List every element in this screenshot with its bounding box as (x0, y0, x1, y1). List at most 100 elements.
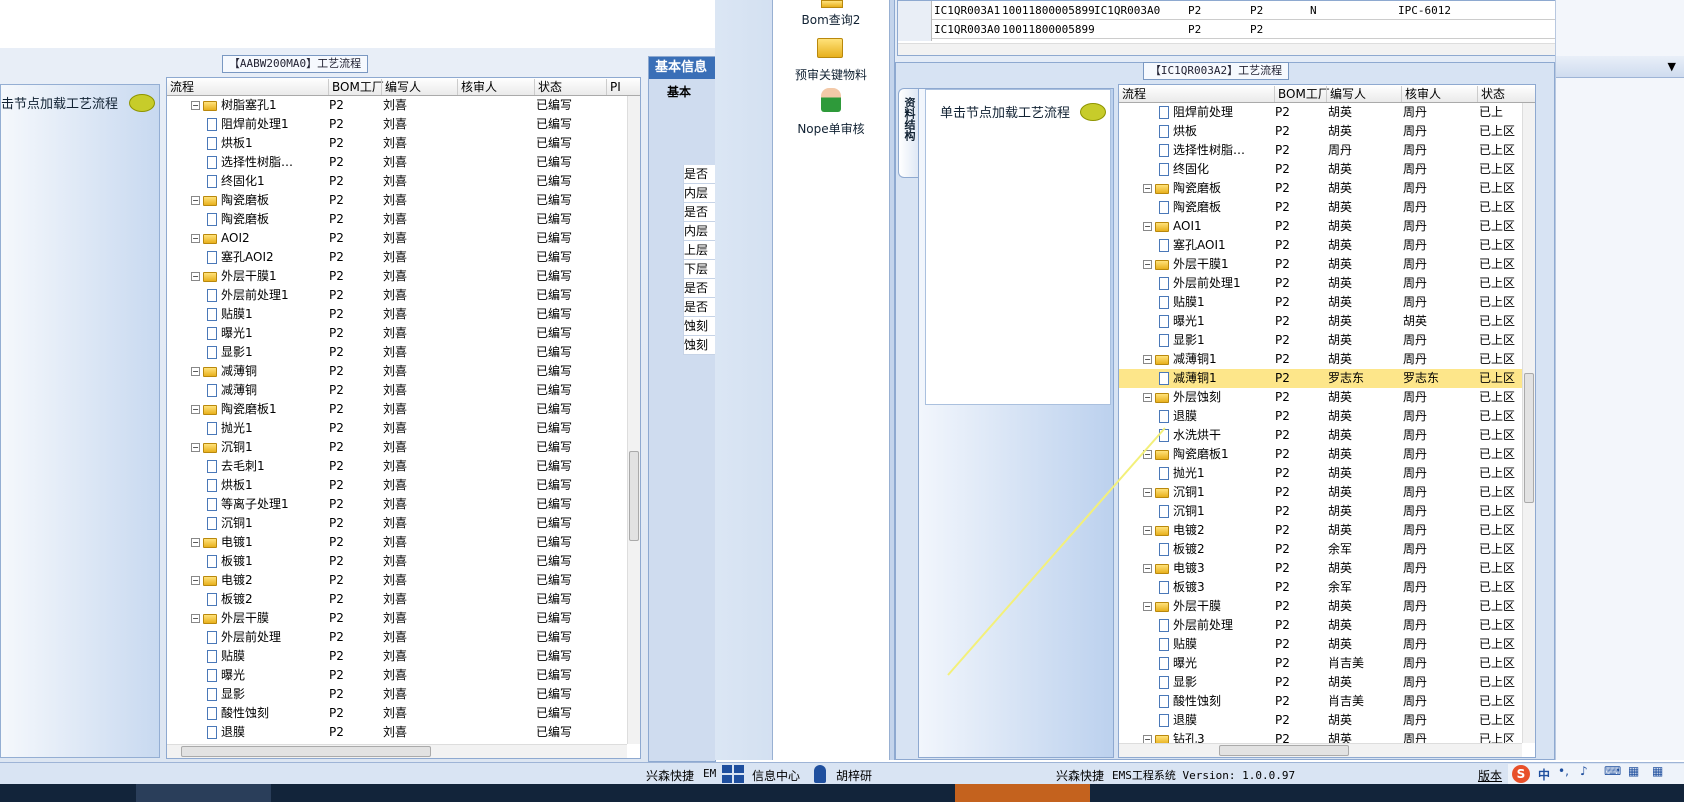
tree-row[interactable]: 减薄铜1 P2 罗志东 罗志东 已上区 (1119, 369, 1522, 388)
col-writer[interactable]: 编写人 (381, 79, 421, 95)
folder-node[interactable]: − 电镀2 (191, 571, 253, 590)
skin-icon[interactable]: ▦ (1628, 764, 1639, 778)
tree-row[interactable]: − 电镀2 P2 刘喜 已编写 (167, 571, 627, 590)
tree-row[interactable]: 板镀2 P2 刘喜 已编写 (167, 590, 627, 609)
tree-row[interactable]: 等离子处理1 P2 刘喜 已编写 (167, 495, 627, 514)
tree-row[interactable]: 显影1 P2 刘喜 已编写 (167, 343, 627, 362)
tree-row[interactable]: − 沉铜1 P2 刘喜 已编写 (167, 438, 627, 457)
doc-node[interactable]: 等离子处理1 (207, 495, 289, 514)
tree-row[interactable]: − 钻孔3 P2 胡英 周丹 已上区 (1119, 730, 1522, 743)
left-hscroll[interactable] (167, 744, 627, 758)
right-hint-text[interactable]: 单击节点加载工艺流程 (940, 102, 1070, 121)
subtab-basic[interactable]: 基本 (667, 83, 691, 100)
collapse-toggle-icon[interactable]: − (191, 234, 200, 243)
collapse-toggle-icon[interactable]: − (1143, 393, 1152, 402)
tree-row[interactable]: 去毛刺1 P2 刘喜 已编写 (167, 457, 627, 476)
right-vscroll[interactable] (1522, 103, 1535, 743)
mic-icon[interactable]: ♪ (1580, 764, 1588, 778)
tree-row[interactable]: 选择性树脂… P2 周丹 周丹 已上区 (1119, 141, 1522, 160)
tree-row[interactable]: − 陶瓷磨板 P2 刘喜 已编写 (167, 191, 627, 210)
left-vscroll[interactable] (627, 96, 640, 744)
doc-node[interactable]: 陶瓷磨板 (207, 210, 269, 229)
tree-row[interactable]: − 电镀1 P2 刘喜 已编写 (167, 533, 627, 552)
punct-icon[interactable]: •, (1558, 764, 1569, 778)
doc-node[interactable]: 去毛刺1 (207, 457, 265, 476)
doc-node[interactable]: 烘板1 (207, 134, 253, 153)
col-writer[interactable]: 编写人 (1326, 86, 1366, 102)
doc-node[interactable]: 选择性树脂… (207, 153, 293, 172)
collapse-toggle-icon[interactable]: − (191, 614, 200, 623)
tree-row[interactable]: − 陶瓷磨板 P2 胡英 周丹 已上区 (1119, 179, 1522, 198)
col-pi[interactable]: PI (606, 79, 621, 95)
right-hscroll[interactable] (1119, 743, 1522, 757)
tree-row[interactable]: 烘板 P2 胡英 周丹 已上区 (1119, 122, 1522, 141)
taskbar-item-active[interactable] (955, 784, 1090, 802)
tree-row[interactable]: 退膜 P2 胡英 周丹 已上区 (1119, 711, 1522, 730)
tree-row[interactable]: 贴膜 P2 刘喜 已编写 (167, 647, 627, 666)
doc-node[interactable]: 阻焊前处理 (1159, 103, 1233, 122)
top-data-grid[interactable]: IC1QR003A1 10011800005899 IC1QR003A0 P2 P2 N I… (897, 0, 1557, 56)
doc-node[interactable]: 酸性蚀刻 (207, 704, 269, 723)
doc-node[interactable]: 退膜 (1159, 711, 1197, 730)
collapse-toggle-icon[interactable]: − (191, 272, 200, 281)
doc-node[interactable]: 贴膜1 (1159, 293, 1205, 312)
col-reviewer[interactable]: 核审人 (1401, 86, 1441, 102)
tree-row[interactable]: − AOI1 P2 胡英 周丹 已上区 (1119, 217, 1522, 236)
tree-row[interactable]: − 外层干膜1 P2 刘喜 已编写 (167, 267, 627, 286)
tree-row[interactable]: 塞孔AOI1 P2 胡英 周丹 已上区 (1119, 236, 1522, 255)
doc-node[interactable]: 塞孔AOI1 (1159, 236, 1226, 255)
tree-row[interactable]: − 减薄铜 P2 刘喜 已编写 (167, 362, 627, 381)
tree-row[interactable]: 减薄铜 P2 刘喜 已编写 (167, 381, 627, 400)
doc-node[interactable]: 陶瓷磨板 (1159, 198, 1221, 217)
tree-row[interactable]: 板镀1 P2 刘喜 已编写 (167, 552, 627, 571)
nav-nope-review[interactable]: Nope单审核 (773, 120, 889, 137)
col-bom[interactable]: BOM工厂 (1274, 86, 1330, 102)
tree-row[interactable]: 贴膜1 P2 刘喜 已编写 (167, 305, 627, 324)
doc-node[interactable]: 烘板 (1159, 122, 1197, 141)
tree-row[interactable]: 显影1 P2 胡英 周丹 已上区 (1119, 331, 1522, 350)
doc-node[interactable]: 板镀1 (207, 552, 253, 571)
doc-node[interactable]: 退膜 (207, 723, 245, 742)
tree-row[interactable]: 陶瓷磨板 P2 胡英 周丹 已上区 (1119, 198, 1522, 217)
tree-row[interactable]: 酸性蚀刻 P2 肖吉美 周丹 已上区 (1119, 692, 1522, 711)
folder-node[interactable]: − 陶瓷磨板1 (191, 400, 277, 419)
doc-node[interactable]: 烘板1 (207, 476, 253, 495)
taskbar-item[interactable] (136, 784, 271, 802)
tree-row[interactable]: 选择性树脂… P2 刘喜 已编写 (167, 153, 627, 172)
tree-row[interactable]: − AOI2 P2 刘喜 已编写 (167, 229, 627, 248)
collapse-toggle-icon[interactable]: − (191, 101, 200, 110)
doc-node[interactable]: 减薄铜 (207, 381, 257, 400)
col-reviewer[interactable]: 核审人 (457, 79, 497, 95)
info-center-link[interactable]: 信息中心 (752, 767, 800, 784)
tree-row[interactable]: 曝光 P2 刘喜 已编写 (167, 666, 627, 685)
doc-node[interactable]: 抛光1 (207, 419, 253, 438)
tree-row[interactable]: 贴膜1 P2 胡英 周丹 已上区 (1119, 293, 1522, 312)
doc-node[interactable]: 曝光 (207, 666, 245, 685)
doc-node[interactable]: 显影1 (207, 343, 253, 362)
tree-row[interactable]: − 树脂塞孔1 P2 刘喜 已编写 (167, 96, 627, 115)
collapse-toggle-icon[interactable]: − (1143, 184, 1152, 193)
folder-node[interactable]: − 树脂塞孔1 (191, 96, 277, 115)
doc-node[interactable]: 外层前处理1 (207, 286, 289, 305)
tree-row[interactable]: 外层前处理1 P2 胡英 周丹 已上区 (1119, 274, 1522, 293)
tree-row[interactable]: 退膜 P2 刘喜 已编写 (167, 723, 627, 742)
doc-node[interactable]: 终固化 (1159, 160, 1209, 179)
col-bom[interactable]: BOM工厂 (328, 79, 384, 95)
collapse-toggle-icon[interactable]: − (1143, 260, 1152, 269)
collapse-toggle-icon[interactable]: − (191, 196, 200, 205)
doc-node[interactable]: 贴膜1 (207, 305, 253, 324)
col-process[interactable]: 流程 (1119, 86, 1146, 102)
grid-hscroll[interactable] (898, 43, 1556, 55)
keyboard-icon[interactable]: ⌨ (1604, 764, 1621, 778)
folder-node[interactable]: − 减薄铜 (191, 362, 257, 381)
left-hint-text[interactable]: 击节点加载工艺流程 (1, 93, 118, 112)
folder-node[interactable]: − 减薄铜1 (1143, 350, 1217, 369)
tree-row[interactable]: 烘板1 P2 刘喜 已编写 (167, 476, 627, 495)
tree-row[interactable]: − 外层干膜1 P2 胡英 周丹 已上区 (1119, 255, 1522, 274)
tree-row[interactable]: 烘板1 P2 刘喜 已编写 (167, 134, 627, 153)
doc-node[interactable]: 选择性树脂… (1159, 141, 1245, 160)
folder-node[interactable]: − 钻孔3 (1143, 730, 1205, 743)
tree-row[interactable]: 曝光1 P2 刘喜 已编写 (167, 324, 627, 343)
tree-row[interactable]: 外层前处理1 P2 刘喜 已编写 (167, 286, 627, 305)
collapse-toggle-icon[interactable]: − (1143, 222, 1152, 231)
